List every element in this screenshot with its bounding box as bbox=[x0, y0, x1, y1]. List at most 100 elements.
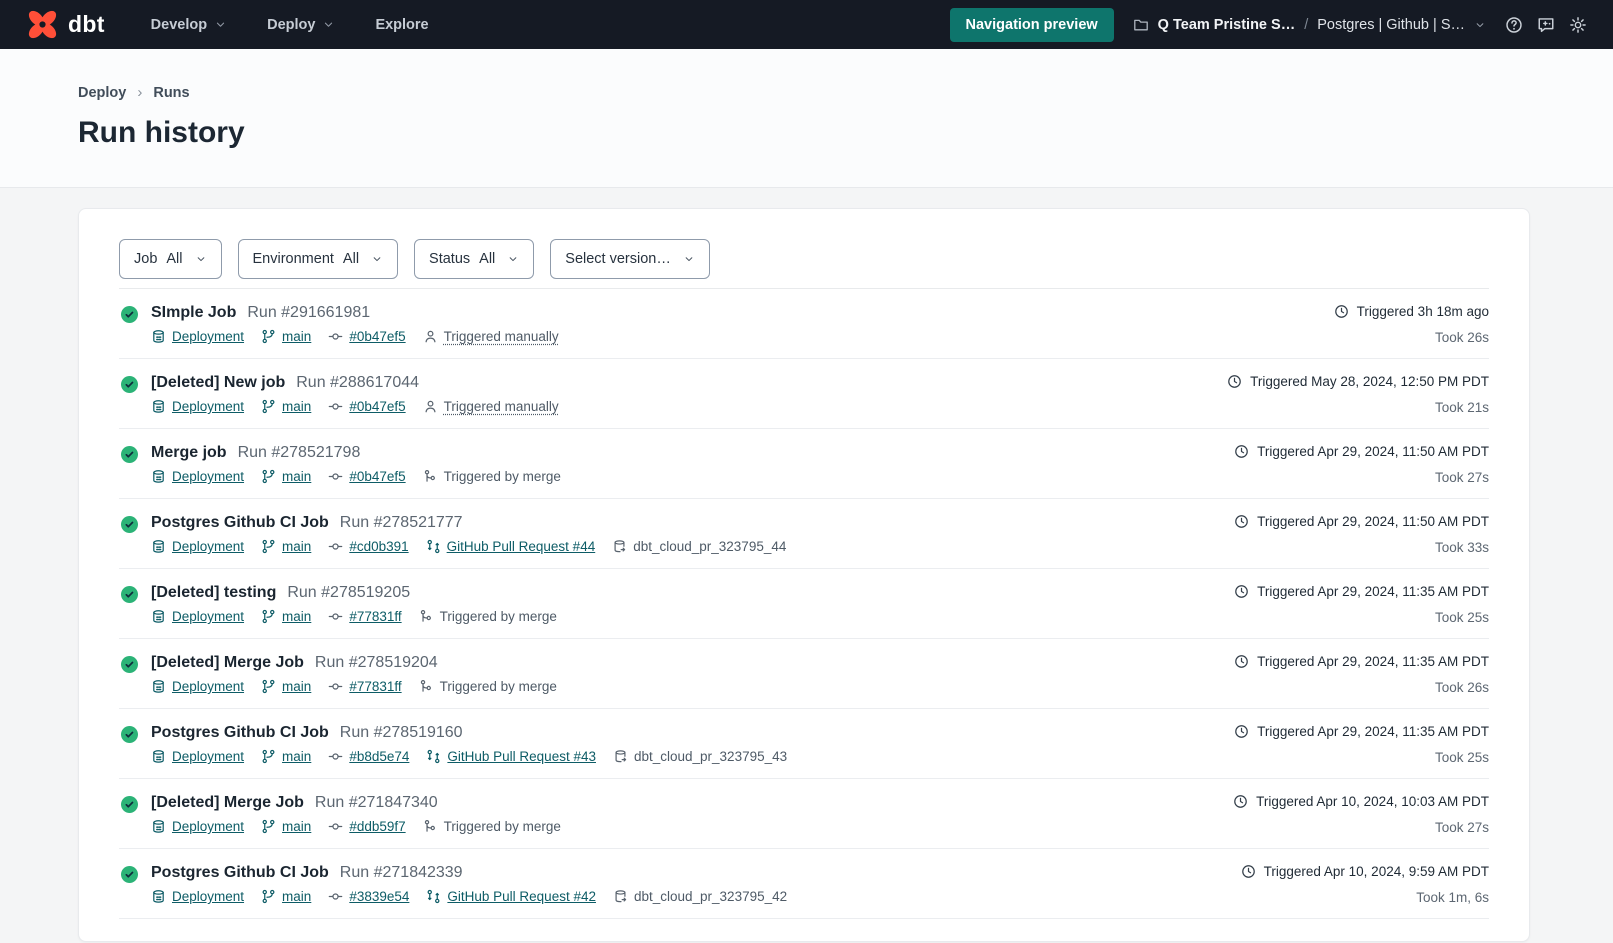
run-number: Run #278519204 bbox=[315, 654, 438, 672]
run-status-success-icon bbox=[121, 586, 138, 603]
branch-link[interactable]: main bbox=[261, 539, 311, 554]
branch-link-label: main bbox=[282, 679, 311, 694]
run-number: Run #278521798 bbox=[238, 444, 361, 462]
environment-link[interactable]: Deployment bbox=[151, 539, 244, 554]
run-duration: Took 1m, 6s bbox=[1241, 890, 1489, 905]
trigger-label: Triggered by merge bbox=[444, 819, 561, 834]
pull-request-link[interactable]: GitHub Pull Request #43 bbox=[426, 749, 596, 764]
run-row[interactable]: Merge jobRun #278521798Deploymentmain#0b… bbox=[119, 429, 1489, 499]
dbt-logo[interactable]: dbt bbox=[26, 8, 105, 41]
nav-menu-explore[interactable]: Explore bbox=[375, 17, 428, 33]
nav-menu-develop[interactable]: Develop bbox=[151, 17, 227, 33]
run-row[interactable]: [Deleted] testingRun #278519205Deploymen… bbox=[119, 569, 1489, 639]
run-row[interactable]: [Deleted] Merge JobRun #278519204Deploym… bbox=[119, 639, 1489, 709]
job-name: [Deleted] New job bbox=[151, 374, 285, 392]
environment-link[interactable]: Deployment bbox=[151, 329, 244, 344]
environment-link-label: Deployment bbox=[172, 329, 244, 344]
triggered-time: Triggered Apr 29, 2024, 11:35 AM PDT bbox=[1257, 724, 1489, 739]
branch-link-label: main bbox=[282, 749, 311, 764]
run-row[interactable]: SImple JobRun #291661981Deploymentmain#0… bbox=[119, 289, 1489, 359]
git-commit-icon bbox=[328, 889, 343, 904]
git-branch-icon bbox=[261, 399, 276, 414]
commit-link[interactable]: #0b47ef5 bbox=[328, 399, 405, 414]
git-commit-icon bbox=[328, 749, 343, 764]
run-duration: Took 25s bbox=[1234, 610, 1489, 625]
run-list: SImple JobRun #291661981Deploymentmain#0… bbox=[119, 289, 1489, 919]
job-name: Postgres Github CI Job bbox=[151, 514, 329, 532]
commit-link[interactable]: #0b47ef5 bbox=[328, 329, 405, 344]
branch-link-label: main bbox=[282, 329, 311, 344]
environment-link[interactable]: Deployment bbox=[151, 749, 244, 764]
filter-version[interactable]: Select version… bbox=[550, 239, 710, 279]
environment-icon bbox=[151, 399, 166, 414]
branch-link[interactable]: main bbox=[261, 329, 311, 344]
settings-button[interactable] bbox=[1569, 16, 1587, 34]
run-row[interactable]: Postgres Github CI JobRun #278519160Depl… bbox=[119, 709, 1489, 779]
schema-name: dbt_cloud_pr_323795_43 bbox=[634, 749, 787, 764]
clock-icon bbox=[1227, 374, 1242, 389]
pull-request-link[interactable]: GitHub Pull Request #42 bbox=[426, 889, 596, 904]
schema-name: dbt_cloud_pr_323795_44 bbox=[633, 539, 786, 554]
branch-link-label: main bbox=[282, 469, 311, 484]
clock-icon bbox=[1234, 654, 1249, 669]
commit-link[interactable]: #3839e54 bbox=[328, 889, 409, 904]
commit-link-label: #ddb59f7 bbox=[349, 819, 405, 834]
environment-icon bbox=[151, 749, 166, 764]
environment-link[interactable]: Deployment bbox=[151, 469, 244, 484]
environment-link-label: Deployment bbox=[172, 539, 244, 554]
commit-link[interactable]: #0b47ef5 bbox=[328, 469, 405, 484]
account-name: Q Team Pristine S… bbox=[1158, 17, 1296, 33]
filter-job[interactable]: JobAll bbox=[119, 239, 222, 279]
feedback-button[interactable] bbox=[1537, 16, 1555, 34]
run-status-success-icon bbox=[121, 726, 138, 743]
commit-link[interactable]: #77831ff bbox=[328, 609, 401, 624]
job-name: [Deleted] Merge Job bbox=[151, 794, 304, 812]
branch-link[interactable]: main bbox=[261, 399, 311, 414]
pull-request-link[interactable]: GitHub Pull Request #44 bbox=[426, 539, 596, 554]
breadcrumb-runs[interactable]: Runs bbox=[153, 85, 189, 101]
filter-environment-label: Environment bbox=[253, 251, 334, 267]
branch-link[interactable]: main bbox=[261, 679, 311, 694]
branch-link[interactable]: main bbox=[261, 819, 311, 834]
help-button[interactable] bbox=[1505, 16, 1523, 34]
git-branch-icon bbox=[261, 679, 276, 694]
run-row[interactable]: Postgres Github CI JobRun #278521777Depl… bbox=[119, 499, 1489, 569]
environment-link[interactable]: Deployment bbox=[151, 889, 244, 904]
environment-link[interactable]: Deployment bbox=[151, 399, 244, 414]
git-branch-icon bbox=[261, 889, 276, 904]
commit-link[interactable]: #b8d5e74 bbox=[328, 749, 409, 764]
chevron-down-icon bbox=[1474, 19, 1486, 31]
nav-menu-deploy[interactable]: Deploy bbox=[267, 17, 335, 33]
commit-link[interactable]: #cd0b391 bbox=[328, 539, 408, 554]
environment-link[interactable]: Deployment bbox=[151, 819, 244, 834]
commit-link-label: #77831ff bbox=[349, 679, 401, 694]
git-merge-icon bbox=[419, 679, 434, 694]
git-merge-icon bbox=[419, 609, 434, 624]
branch-link[interactable]: main bbox=[261, 469, 311, 484]
run-row[interactable]: [Deleted] Merge JobRun #271847340Deploym… bbox=[119, 779, 1489, 849]
project-name: Postgres | Github | S… bbox=[1317, 17, 1465, 33]
dbt-logo-icon bbox=[26, 8, 59, 41]
commit-link[interactable]: #77831ff bbox=[328, 679, 401, 694]
filter-status[interactable]: StatusAll bbox=[414, 239, 534, 279]
environment-link[interactable]: Deployment bbox=[151, 679, 244, 694]
run-timing: Triggered Apr 10, 2024, 9:59 AM PDTTook … bbox=[1241, 864, 1489, 905]
environment-link-label: Deployment bbox=[172, 749, 244, 764]
branch-link[interactable]: main bbox=[261, 749, 311, 764]
run-row[interactable]: [Deleted] New jobRun #288617044Deploymen… bbox=[119, 359, 1489, 429]
triggered-time: Triggered Apr 10, 2024, 10:03 AM PDT bbox=[1256, 794, 1489, 809]
branch-link[interactable]: main bbox=[261, 889, 311, 904]
environment-link[interactable]: Deployment bbox=[151, 609, 244, 624]
commit-link[interactable]: #ddb59f7 bbox=[328, 819, 405, 834]
breadcrumb-deploy[interactable]: Deploy bbox=[78, 85, 126, 101]
navigation-preview-button[interactable]: Navigation preview bbox=[950, 8, 1114, 42]
breadcrumb: Deploy › Runs bbox=[78, 84, 1613, 101]
branch-link[interactable]: main bbox=[261, 609, 311, 624]
project-breadcrumb[interactable]: Q Team Pristine S… / Postgres | Github |… bbox=[1133, 17, 1486, 33]
triggered-time: Triggered Apr 29, 2024, 11:50 AM PDT bbox=[1257, 514, 1489, 529]
chevron-right-icon: › bbox=[137, 84, 142, 101]
clock-icon bbox=[1234, 584, 1249, 599]
filter-environment[interactable]: EnvironmentAll bbox=[238, 239, 399, 279]
run-row[interactable]: Postgres Github CI JobRun #271842339Depl… bbox=[119, 849, 1489, 919]
environment-link-label: Deployment bbox=[172, 399, 244, 414]
